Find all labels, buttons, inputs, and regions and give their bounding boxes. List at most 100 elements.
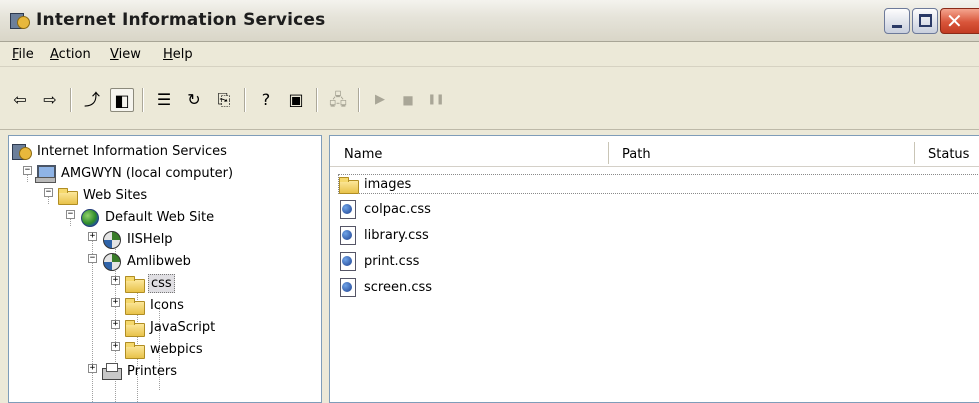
tree-node-amlibweb[interactable]: Amlibweb [101, 250, 193, 272]
tree-node-label: webpics [150, 341, 203, 357]
expand-icon[interactable]: + [111, 342, 120, 351]
tree-node-javascript[interactable]: JavaScript [124, 316, 217, 338]
list-item-name: colpac.css [364, 201, 431, 217]
up-one-level-icon: ⤴ [83, 90, 100, 109]
menu-file[interactable]: File [12, 47, 34, 62]
iis-icon [11, 142, 32, 160]
collapse-icon[interactable]: − [66, 210, 75, 219]
menu-help-label: elp [172, 47, 193, 62]
list-item-name: images [364, 176, 412, 192]
pause-button[interactable]: ❚❚ [424, 88, 448, 112]
forward-button[interactable]: ⇨ [38, 88, 62, 112]
tree-node-label: JavaScript [150, 319, 216, 335]
expand-icon[interactable]: + [88, 364, 97, 373]
pause-icon: ❚❚ [427, 94, 445, 105]
close-button[interactable]: ✕ [940, 8, 979, 34]
menu-view[interactable]: View [110, 47, 141, 62]
toolbar-separator [316, 88, 318, 112]
maximize-button[interactable] [912, 8, 938, 34]
css-file-icon [338, 252, 358, 271]
properties-button[interactable]: ☰ [152, 88, 176, 112]
minimize-button[interactable] [884, 8, 910, 34]
connect-button[interactable]: 🖧 [326, 88, 350, 112]
refresh-icon: ↻ [187, 90, 201, 109]
expand-icon[interactable]: + [111, 298, 120, 307]
folder-icon [124, 340, 145, 359]
list-pane[interactable]: Name Path Status images colpac.css libra… [329, 135, 979, 403]
menu-action-label: ction [58, 47, 91, 62]
tree-node-iis-root[interactable]: Internet Information Services [11, 140, 229, 162]
column-divider[interactable] [608, 142, 609, 164]
tree-node-iishelp[interactable]: IISHelp [101, 228, 175, 250]
tree-node-default-web-site[interactable]: Default Web Site [79, 206, 216, 228]
css-file-icon [338, 200, 358, 219]
forward-icon: ⇨ [43, 90, 57, 109]
folder-icon [124, 274, 145, 293]
tree-node-label: AMGWYN (local computer) [61, 165, 234, 181]
toolbar: ⇦ ⇨ ⤴ ◧ ☰ ↻ ⎘ ? ▣ 🖧 ▶ ■ ❚❚ [0, 68, 979, 130]
folder-icon [57, 186, 78, 205]
list-item[interactable]: print.css [338, 250, 421, 272]
css-file-icon [338, 226, 358, 245]
column-header-status[interactable]: Status [928, 147, 969, 162]
start-button[interactable]: ▶ [368, 88, 392, 112]
show-hide-tree-button[interactable]: ◧ [110, 88, 134, 112]
tree-pane[interactable]: Internet Information Services − AMGWYN (… [8, 135, 322, 403]
properties-icon: ☰ [156, 90, 172, 109]
web-app-icon [101, 252, 121, 271]
tree-node-webpics[interactable]: webpics [124, 338, 205, 360]
column-divider[interactable] [914, 142, 915, 164]
tree-node-label: Default Web Site [105, 209, 215, 225]
column-header-path[interactable]: Path [622, 147, 651, 162]
toolbar-separator [358, 88, 360, 112]
start-icon: ▶ [375, 92, 385, 107]
tree-node-label: Amlibweb [127, 253, 191, 269]
expand-icon[interactable]: + [111, 276, 120, 285]
console-icon: ▣ [288, 90, 304, 109]
list-item-name: screen.css [364, 279, 433, 295]
tree-node-label: Icons [150, 297, 184, 313]
pane-splitter[interactable] [322, 135, 329, 403]
maximize-icon [919, 14, 932, 27]
menu-action[interactable]: Action [50, 47, 91, 62]
menu-view-accel: V [110, 47, 119, 62]
folder-icon [338, 175, 359, 194]
tree-node-printers[interactable]: Printers [101, 360, 179, 382]
minimize-icon [892, 25, 902, 28]
folder-icon [124, 318, 145, 337]
list-item[interactable]: colpac.css [338, 198, 433, 220]
column-header-name[interactable]: Name [344, 147, 382, 162]
help-icon: ? [261, 90, 271, 109]
list-item[interactable]: screen.css [338, 276, 434, 298]
help-button[interactable]: ? [254, 88, 278, 112]
up-one-level-button[interactable]: ⤴ [80, 88, 104, 112]
console-button[interactable]: ▣ [284, 88, 308, 112]
tree-node-web-sites[interactable]: Web Sites [57, 184, 149, 206]
collapse-icon[interactable]: − [23, 166, 32, 175]
menu-help[interactable]: Help [163, 47, 193, 62]
title-bar[interactable]: Internet Information Services ✕ [0, 0, 979, 42]
export-list-button[interactable]: ⎘ [212, 88, 236, 112]
focus-rectangle [338, 174, 979, 194]
stop-button[interactable]: ■ [396, 88, 420, 112]
collapse-icon[interactable]: − [44, 188, 53, 197]
toolbar-separator [244, 88, 246, 112]
web-app-icon [101, 230, 121, 249]
stop-icon: ■ [402, 93, 414, 107]
connect-icon: 🖧 [329, 90, 347, 109]
app-window: Internet Information Services ✕ File Act… [0, 0, 979, 403]
show-hide-tree-icon: ◧ [114, 91, 130, 110]
close-icon: ✕ [946, 9, 963, 33]
expand-icon[interactable]: + [88, 232, 97, 241]
tree-node-css[interactable]: css [124, 272, 175, 294]
collapse-icon[interactable]: − [88, 254, 97, 263]
tree-node-icons[interactable]: Icons [124, 294, 186, 316]
menu-view-label: iew [118, 47, 141, 62]
tree-node-amgwyn[interactable]: AMGWYN (local computer) [35, 162, 235, 184]
expand-icon[interactable]: + [111, 320, 120, 329]
list-item[interactable]: library.css [338, 224, 431, 246]
refresh-button[interactable]: ↻ [182, 88, 206, 112]
back-button[interactable]: ⇦ [8, 88, 32, 112]
list-item[interactable]: images [338, 173, 413, 195]
toolbar-separator [142, 88, 144, 112]
